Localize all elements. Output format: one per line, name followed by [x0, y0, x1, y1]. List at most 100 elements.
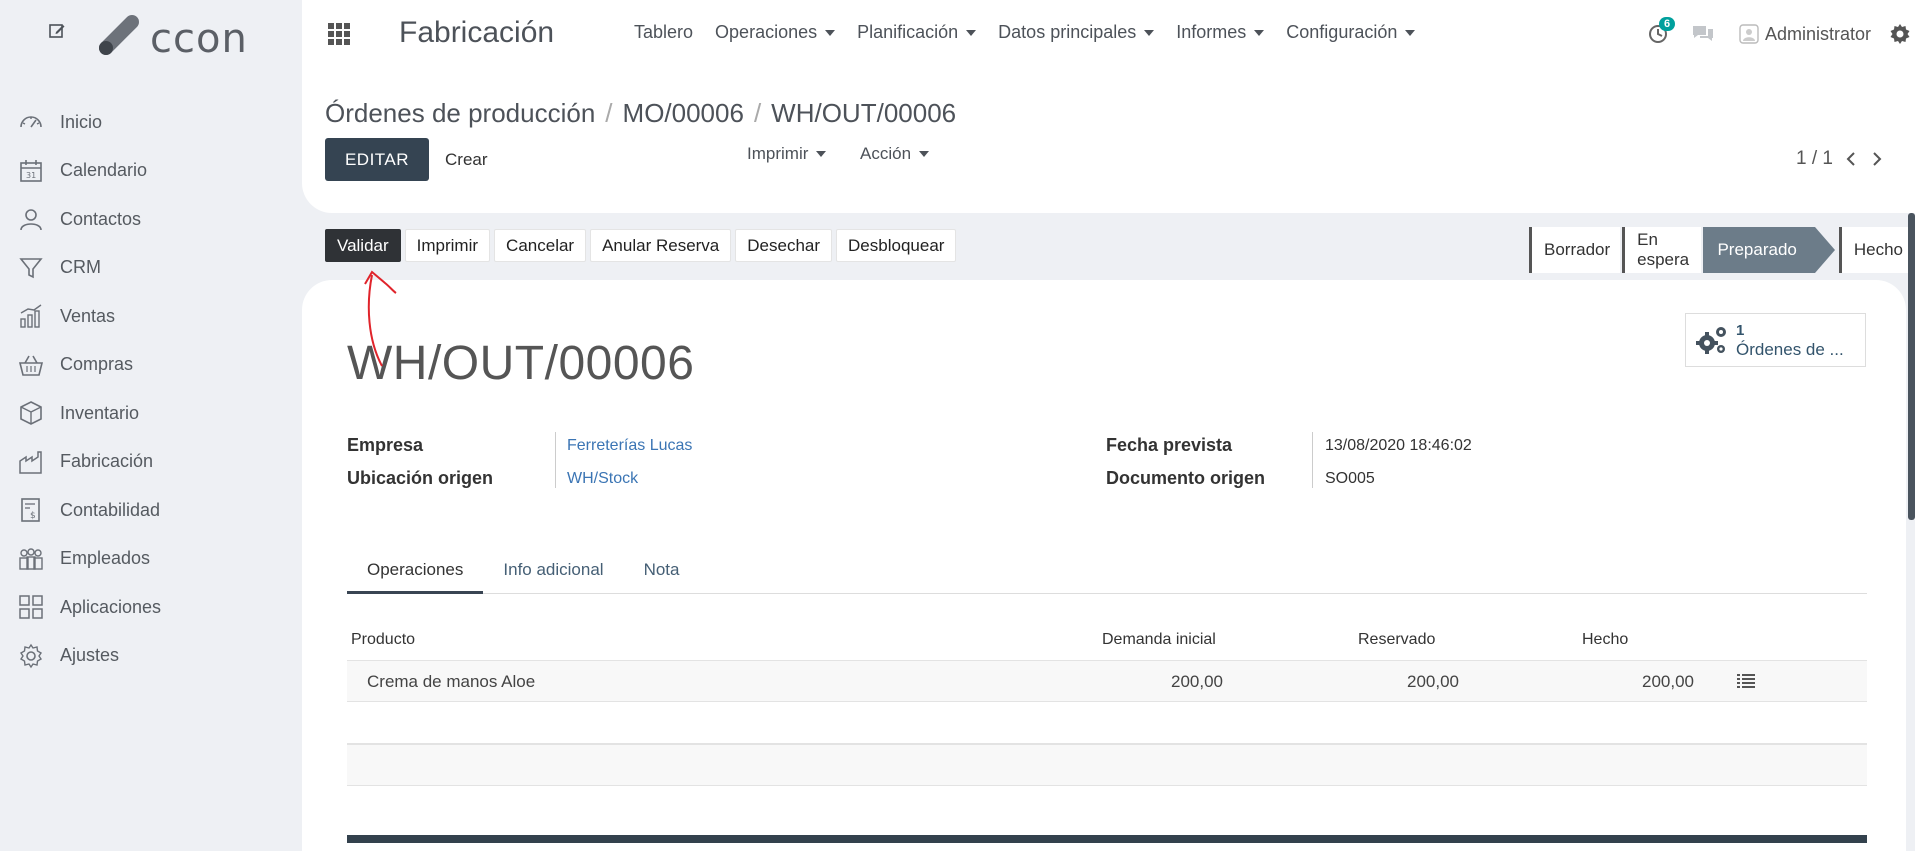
- page-scrollbar[interactable]: [1908, 213, 1915, 520]
- svg-text:31: 31: [26, 171, 36, 180]
- sidebar-item-label: Contactos: [60, 208, 142, 229]
- sidebar-item-label: Empleados: [60, 548, 151, 569]
- sidebar-item-crm[interactable]: CRM: [0, 244, 302, 293]
- unreserve-button[interactable]: Anular Reserva: [590, 229, 732, 262]
- breadcrumb-separator: /: [605, 98, 613, 128]
- menu-informes[interactable]: Informes: [1176, 22, 1265, 43]
- action-dropdown[interactable]: Acción: [860, 144, 930, 164]
- menu-tablero[interactable]: Tablero: [634, 22, 693, 43]
- contacts-icon: [20, 209, 42, 231]
- empresa-label: Empresa: [347, 435, 424, 455]
- app-grid-icon[interactable]: [327, 22, 351, 46]
- activity-button[interactable]: 6: [1647, 17, 1681, 49]
- basket-icon: [18, 355, 44, 376]
- cell-hecho: 200,00: [1642, 672, 1694, 691]
- sidebar-item-inventario[interactable]: Inventario: [0, 389, 302, 438]
- fecha-prevista-value: 13/08/2020 18:46:02: [1325, 437, 1472, 454]
- chevron-right-icon[interactable]: [1869, 151, 1885, 167]
- column-header-producto[interactable]: Producto: [351, 631, 415, 649]
- validate-button[interactable]: Validar: [325, 229, 401, 262]
- systray: 6 Administrator: [1647, 17, 1915, 50]
- menu-label: Planificación: [857, 22, 959, 42]
- stage-en-espera[interactable]: En espera: [1622, 227, 1702, 273]
- column-header-hecho[interactable]: Hecho: [1582, 631, 1628, 649]
- edit-icon[interactable]: [48, 22, 66, 40]
- user-name[interactable]: Administrator: [1765, 24, 1871, 45]
- table-header: Producto Demanda inicial Reservado Hecho: [347, 620, 1867, 660]
- sidebar: ccon Inicio 31 Calendario Contactos CRM …: [0, 0, 302, 851]
- funnel-icon: [19, 257, 43, 279]
- chevron-left-icon[interactable]: [1843, 151, 1859, 167]
- avatar-icon[interactable]: [1739, 24, 1759, 44]
- sidebar-item-calendario[interactable]: 31 Calendario: [0, 147, 302, 196]
- column-header-reservado[interactable]: Reservado: [1358, 631, 1435, 649]
- caret-down-icon: [816, 151, 827, 157]
- form-sheet: 1 Órdenes de ... WH/OUT/00006 Empresa Fe…: [302, 280, 1906, 851]
- cancel-button[interactable]: Cancelar: [494, 229, 587, 262]
- sidebar-item-label: Contabilidad: [60, 499, 161, 520]
- sidebar-item-inicio[interactable]: Inicio: [0, 98, 302, 147]
- empresa-value[interactable]: Ferreterías Lucas: [567, 437, 692, 455]
- stage-preparado[interactable]: Preparado: [1703, 227, 1836, 273]
- sidebar-item-label: Ajustes: [60, 645, 120, 666]
- gears-icon: [1696, 327, 1726, 354]
- sidebar-item-empleados[interactable]: Empleados: [0, 535, 302, 584]
- menu-planificacion[interactable]: Planificación: [857, 22, 977, 43]
- sidebar-item-ventas[interactable]: Ventas: [0, 292, 302, 341]
- breadcrumb-item-mo[interactable]: MO/00006: [623, 98, 744, 129]
- caret-down-icon: [919, 151, 930, 157]
- invoice-icon: $: [21, 498, 40, 523]
- ubicacion-origen-value[interactable]: WH/Stock: [567, 470, 638, 488]
- sales-chart-icon: [20, 304, 42, 328]
- menu-configuracion[interactable]: Configuración: [1286, 22, 1416, 43]
- breadcrumb-item-current: WH/OUT/00006: [771, 98, 957, 128]
- caret-down-icon: [966, 29, 977, 36]
- table-row[interactable]: Crema de manos Aloe 200,00 200,00 200,00: [347, 660, 1867, 702]
- menu-datos-principales[interactable]: Datos principales: [998, 22, 1155, 43]
- form-statusbar: Validar Imprimir Cancelar Anular Reserva…: [302, 213, 1915, 280]
- sidebar-item-ajustes[interactable]: Ajustes: [0, 632, 302, 681]
- field-divider: [555, 432, 556, 488]
- tab-nota[interactable]: Nota: [624, 548, 700, 594]
- menu-operaciones[interactable]: Operaciones: [715, 22, 836, 43]
- pager: 1 / 1: [1796, 148, 1885, 170]
- unlock-button[interactable]: Desbloquear: [836, 229, 957, 262]
- field-divider: [1312, 432, 1313, 488]
- scrap-button[interactable]: Desechar: [735, 229, 833, 262]
- stage-borrador[interactable]: Borrador: [1529, 227, 1621, 273]
- settings-gear-icon[interactable]: [1889, 23, 1911, 45]
- create-button[interactable]: Crear: [445, 150, 488, 170]
- sidebar-item-label: Calendario: [60, 160, 148, 181]
- smart-button-label: Órdenes de ...: [1736, 340, 1844, 359]
- sidebar-item-compras[interactable]: Compras: [0, 341, 302, 390]
- breadcrumb-separator: /: [753, 98, 762, 128]
- production-orders-smart-button[interactable]: 1 Órdenes de ...: [1685, 313, 1866, 367]
- sidebar-item-label: Compras: [60, 354, 134, 375]
- print-button[interactable]: Imprimir: [404, 229, 491, 262]
- pager-value[interactable]: 1 / 1: [1796, 148, 1833, 170]
- print-dropdown-label: Imprimir: [747, 144, 809, 163]
- sidebar-item-label: Inicio: [60, 111, 103, 132]
- detailed-operations-icon[interactable]: [1737, 673, 1755, 689]
- sidebar-item-label: Inventario: [60, 402, 140, 423]
- stage-hecho[interactable]: Hecho: [1838, 227, 1913, 273]
- breadcrumb: Órdenes de producción / MO/00006 / WH/OU…: [325, 98, 956, 129]
- documento-origen-label: Documento origen: [1106, 468, 1266, 488]
- sidebar-item-label: Fabricación: [60, 451, 154, 472]
- print-dropdown[interactable]: Imprimir: [747, 144, 827, 164]
- sidebar-item-aplicaciones[interactable]: Aplicaciones: [0, 583, 302, 632]
- menu-label: Operaciones: [715, 22, 818, 42]
- column-header-demanda[interactable]: Demanda inicial: [1102, 631, 1216, 649]
- main-menu: Tablero Operaciones Planificación Datos …: [634, 22, 1437, 43]
- chat-icon[interactable]: [1691, 23, 1715, 45]
- sidebar-item-label: Aplicaciones: [60, 596, 162, 617]
- tab-info-adicional[interactable]: Info adicional: [483, 548, 623, 594]
- edit-button[interactable]: EDITAR: [325, 138, 429, 181]
- factory-icon: [19, 451, 42, 474]
- tab-operaciones[interactable]: Operaciones: [347, 548, 484, 594]
- sidebar-item-contactos[interactable]: Contactos: [0, 195, 302, 244]
- sidebar-item-contabilidad[interactable]: $ Contabilidad: [0, 486, 302, 535]
- breadcrumb-item-ordenes[interactable]: Órdenes de producción: [325, 98, 595, 129]
- sidebar-item-fabricacion[interactable]: Fabricación: [0, 438, 302, 487]
- action-dropdown-label: Acción: [860, 144, 912, 163]
